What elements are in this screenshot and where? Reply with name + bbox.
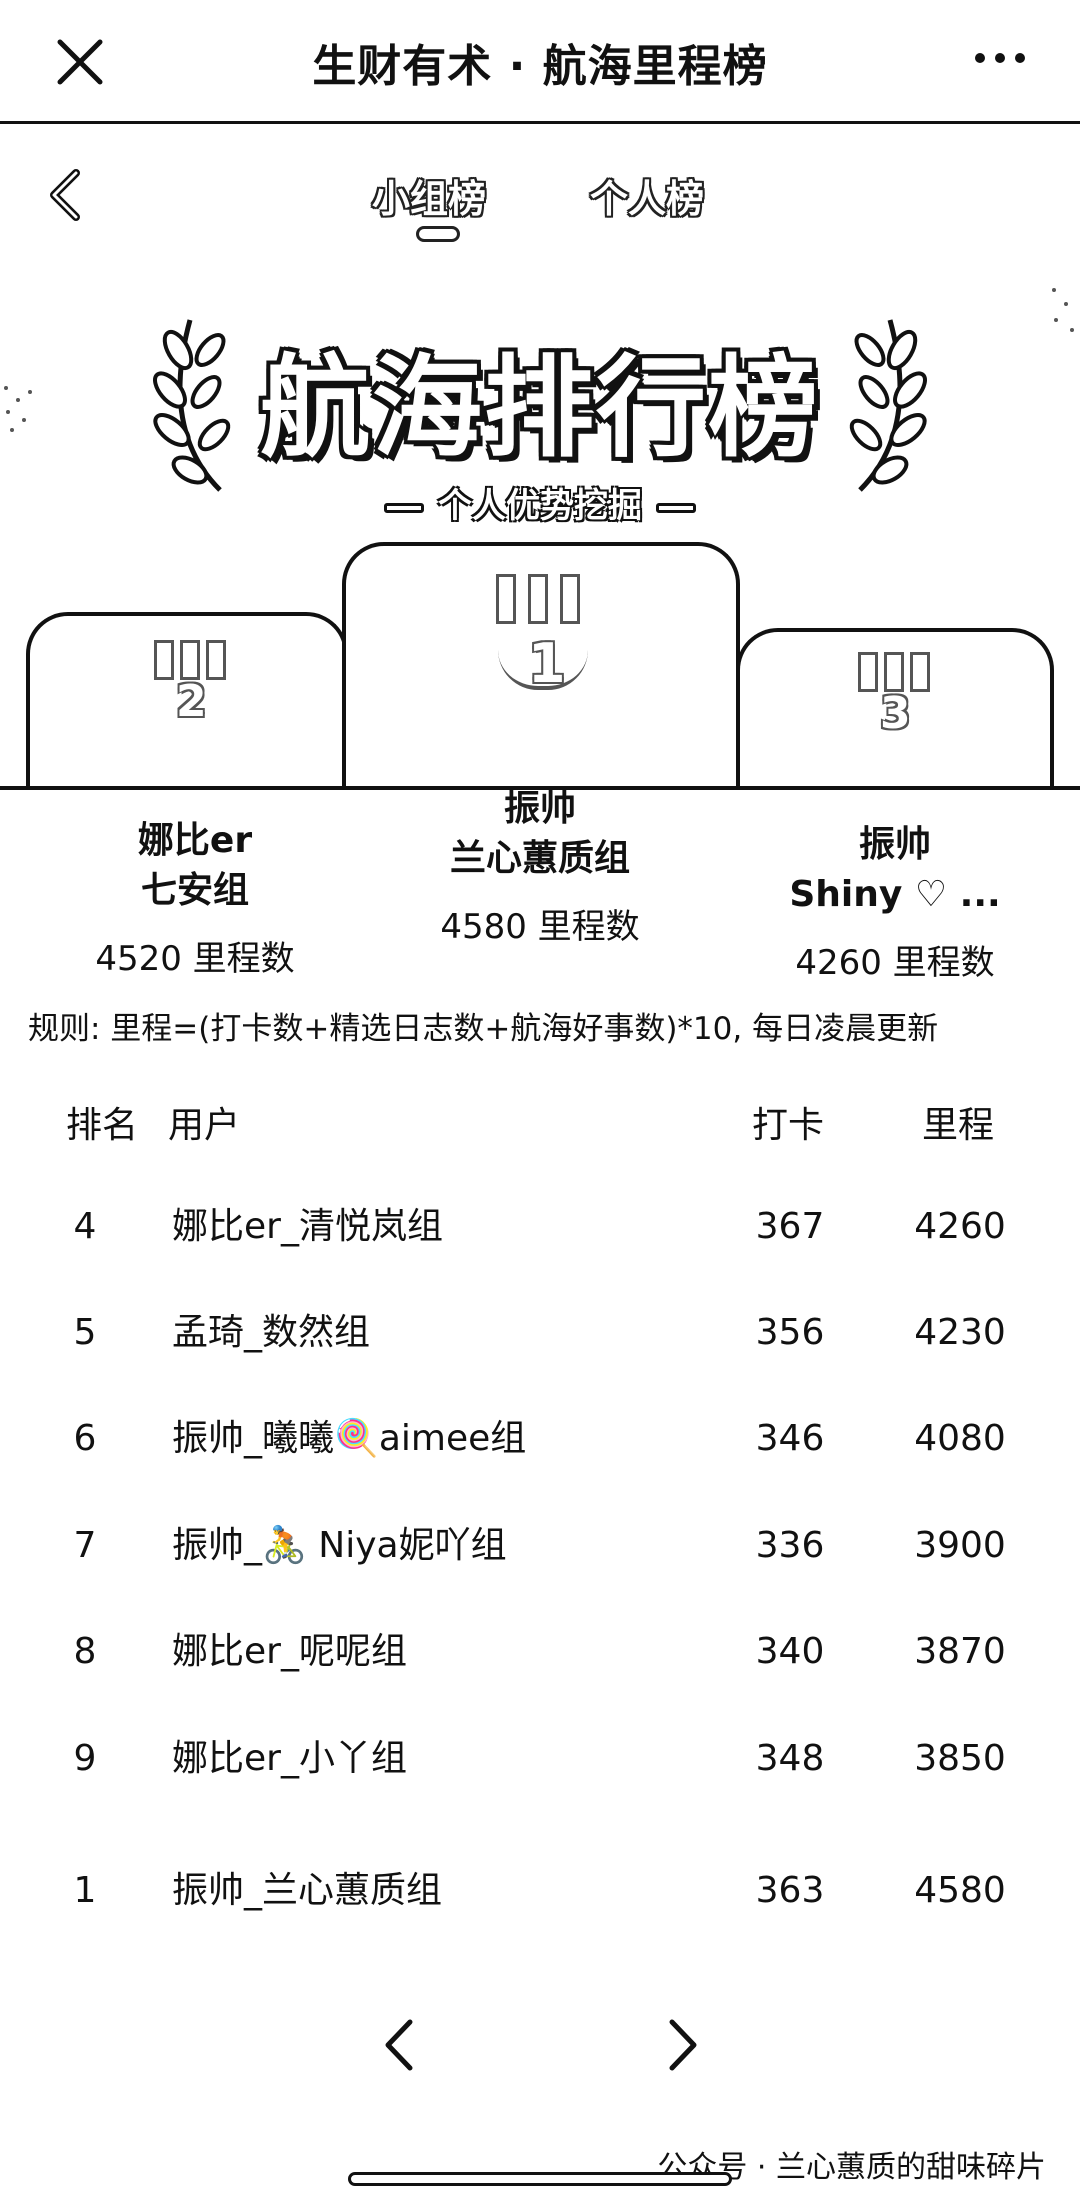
row-punch: 363: [755, 1870, 825, 1911]
row-punch: 346: [755, 1418, 825, 1459]
ranking-rule: 规则: 里程=(打卡数+精选日志数+航海好事数)*10, 每日凌晨更新: [28, 1011, 939, 1047]
winner-score: 4520 里程数: [95, 939, 295, 979]
chevron-left-icon[interactable]: [376, 2016, 426, 2074]
row-rank: 1: [73, 1870, 97, 1911]
row-miles: 3870: [914, 1631, 1006, 1672]
winner-third[interactable]: 振帅 Shiny ♡ ... 4260 里程数: [740, 820, 1050, 988]
winner-name: 娜比er: [137, 820, 253, 861]
column-header-rank: 排名: [66, 1105, 139, 1146]
self-rank-row[interactable]: 1 振帅_兰心蕙质组 363 4580: [0, 1856, 1080, 1926]
row-user: 娜比er_小丫组: [172, 1738, 407, 1779]
flag-icon: [910, 652, 930, 692]
row-user: 振帅_🚴 Niya妮吖组: [172, 1525, 507, 1566]
more-icon[interactable]: [968, 36, 1032, 76]
flag-icon: [528, 574, 548, 624]
winner-second[interactable]: 娜比er 七安组 4520 里程数: [50, 816, 340, 984]
winner-group: Shiny ♡ ...: [789, 874, 1001, 915]
winner-group: 兰心蕙质组: [449, 838, 630, 879]
podium-second: 2: [26, 612, 348, 788]
flag-icon: [154, 640, 174, 680]
row-miles: 4080: [914, 1418, 1006, 1459]
table-row[interactable]: 5 孟琦_数然组 356 4230: [0, 1298, 1080, 1368]
row-rank: 5: [73, 1312, 97, 1353]
row-rank: 8: [73, 1631, 97, 1672]
row-rank: 4: [73, 1206, 97, 1247]
flag-icon: [884, 652, 904, 692]
row-miles: 4260: [914, 1206, 1006, 1247]
table-row[interactable]: 4 娜比er_清悦岚组 367 4260: [0, 1192, 1080, 1262]
winner-first[interactable]: 振帅 兰心蕙质组 4580 里程数: [380, 784, 700, 952]
row-rank: 6: [73, 1418, 97, 1459]
tab-personal-ranking[interactable]: 个人榜: [590, 168, 704, 223]
row-rank: 7: [73, 1525, 97, 1566]
hero-subtitle: 个人优势挖掘: [0, 478, 1080, 527]
divider: [656, 502, 696, 513]
column-header-punch: 打卡: [752, 1105, 825, 1146]
row-user: 振帅_曦曦🍭aimee组: [172, 1418, 527, 1459]
divider: [384, 502, 424, 513]
tab-group-ranking[interactable]: 小组榜: [372, 168, 486, 223]
podium-third: 3: [736, 628, 1054, 788]
row-punch: 367: [755, 1206, 825, 1247]
row-rank: 9: [73, 1738, 97, 1779]
home-indicator: [348, 2172, 732, 2186]
winner-score: 4580 里程数: [440, 907, 640, 947]
row-miles: 3900: [914, 1525, 1006, 1566]
chevron-right-icon[interactable]: [656, 2016, 706, 2074]
table-row[interactable]: 7 振帅_🚴 Niya妮吖组 336 3900: [0, 1511, 1080, 1581]
row-miles: 4230: [914, 1312, 1006, 1353]
podium-rank-number: 3: [880, 688, 911, 739]
row-user: 娜比er_呢呢组: [172, 1631, 407, 1672]
table-row[interactable]: 8 娜比er_呢呢组 340 3870: [0, 1617, 1080, 1687]
row-user: 娜比er_清悦岚组: [172, 1206, 443, 1247]
hero-subtitle-text: 个人优势挖掘: [438, 486, 642, 526]
row-user: 振帅_兰心蕙质组: [172, 1870, 443, 1911]
active-tab-indicator: [416, 226, 460, 242]
row-miles: 4580: [914, 1870, 1006, 1911]
flag-icon: [560, 574, 580, 624]
winner-group: 七安组: [140, 870, 249, 911]
flag-icon: [206, 640, 226, 680]
winner-name: 振帅: [503, 788, 576, 829]
winner-name: 振帅: [858, 824, 931, 865]
flag-icon: [496, 574, 516, 624]
close-icon[interactable]: [48, 30, 112, 94]
smile-icon: [498, 650, 588, 690]
row-punch: 348: [755, 1738, 825, 1779]
flag-icon: [858, 652, 878, 692]
winner-score: 4260 里程数: [795, 943, 995, 983]
row-miles: 3850: [914, 1738, 1006, 1779]
podium-base-line: [0, 786, 1080, 790]
table-row[interactable]: 9 娜比er_小丫组 348 3850: [0, 1724, 1080, 1794]
row-user: 孟琦_数然组: [172, 1312, 371, 1353]
row-punch: 336: [755, 1525, 825, 1566]
podium-first: 1: [342, 542, 740, 788]
app-title: 生财有术 · 航海里程榜: [312, 41, 768, 92]
table-row[interactable]: 6 振帅_曦曦🍭aimee组 346 4080: [0, 1404, 1080, 1474]
row-punch: 356: [755, 1312, 825, 1353]
back-chevron-icon[interactable]: [40, 165, 90, 225]
column-header-miles: 里程: [922, 1105, 995, 1146]
flag-icon: [180, 640, 200, 680]
hero-title: 航海排行榜: [260, 344, 820, 472]
app-bar: 生财有术 · 航海里程榜: [0, 0, 1080, 124]
row-punch: 340: [755, 1631, 825, 1672]
podium-rank-number: 2: [176, 676, 207, 727]
column-header-user: 用户: [168, 1105, 241, 1146]
